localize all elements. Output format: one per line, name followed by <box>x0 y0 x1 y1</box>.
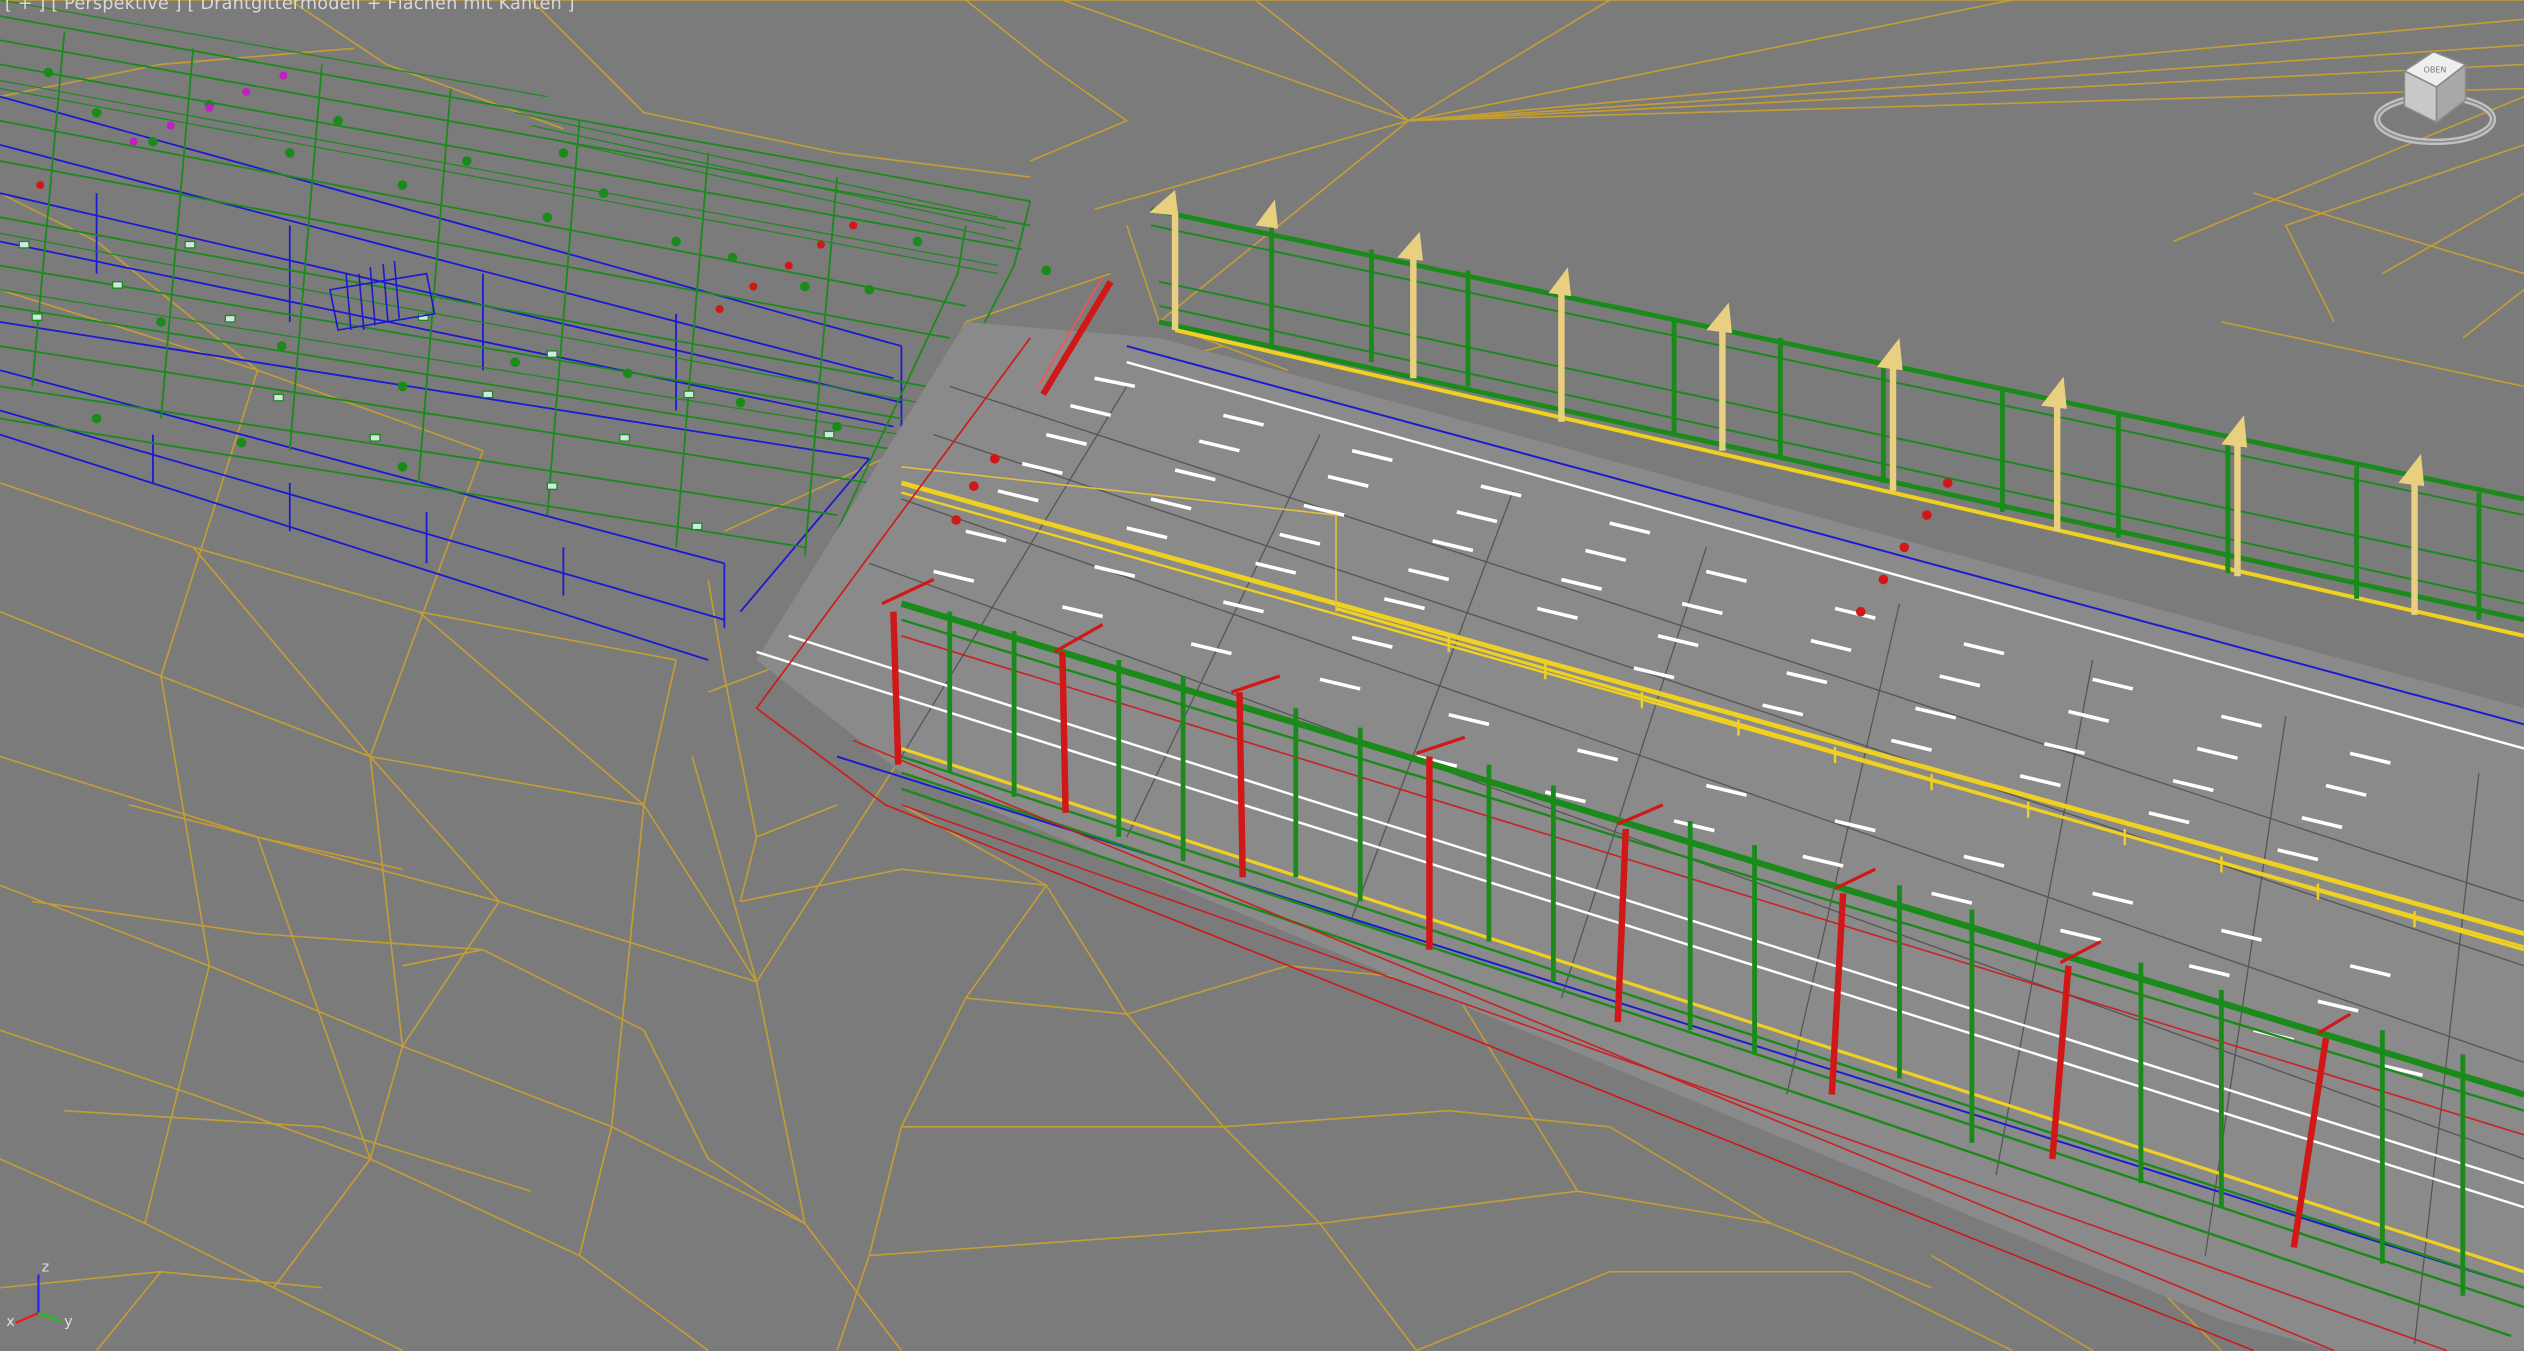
viewport-shading-label[interactable]: [ Drahtgittermodell + Flächen mit Kanten… <box>188 0 575 14</box>
axis-tripod-icon: z x y <box>6 1260 73 1331</box>
viewport-menu-label[interactable]: [ + ] <box>5 0 46 14</box>
axis-x-label: x <box>6 1314 15 1330</box>
viewport-view-label[interactable]: [ Perspektive ] <box>51 0 181 14</box>
viewport-label: [ + ] [ Perspektive ] [ Drahtgittermodel… <box>5 0 575 14</box>
perspective-viewport[interactable]: [ + ] [ Perspektive ] [ Drahtgittermodel… <box>0 0 2524 1351</box>
viewcube-face-label: OBEN <box>2424 65 2447 74</box>
viewcube-icon[interactable]: OBEN <box>2369 42 2501 148</box>
axis-y-label: y <box>64 1314 73 1330</box>
axis-z-label: z <box>42 1260 50 1276</box>
wireframe-scene[interactable] <box>0 0 2524 1351</box>
